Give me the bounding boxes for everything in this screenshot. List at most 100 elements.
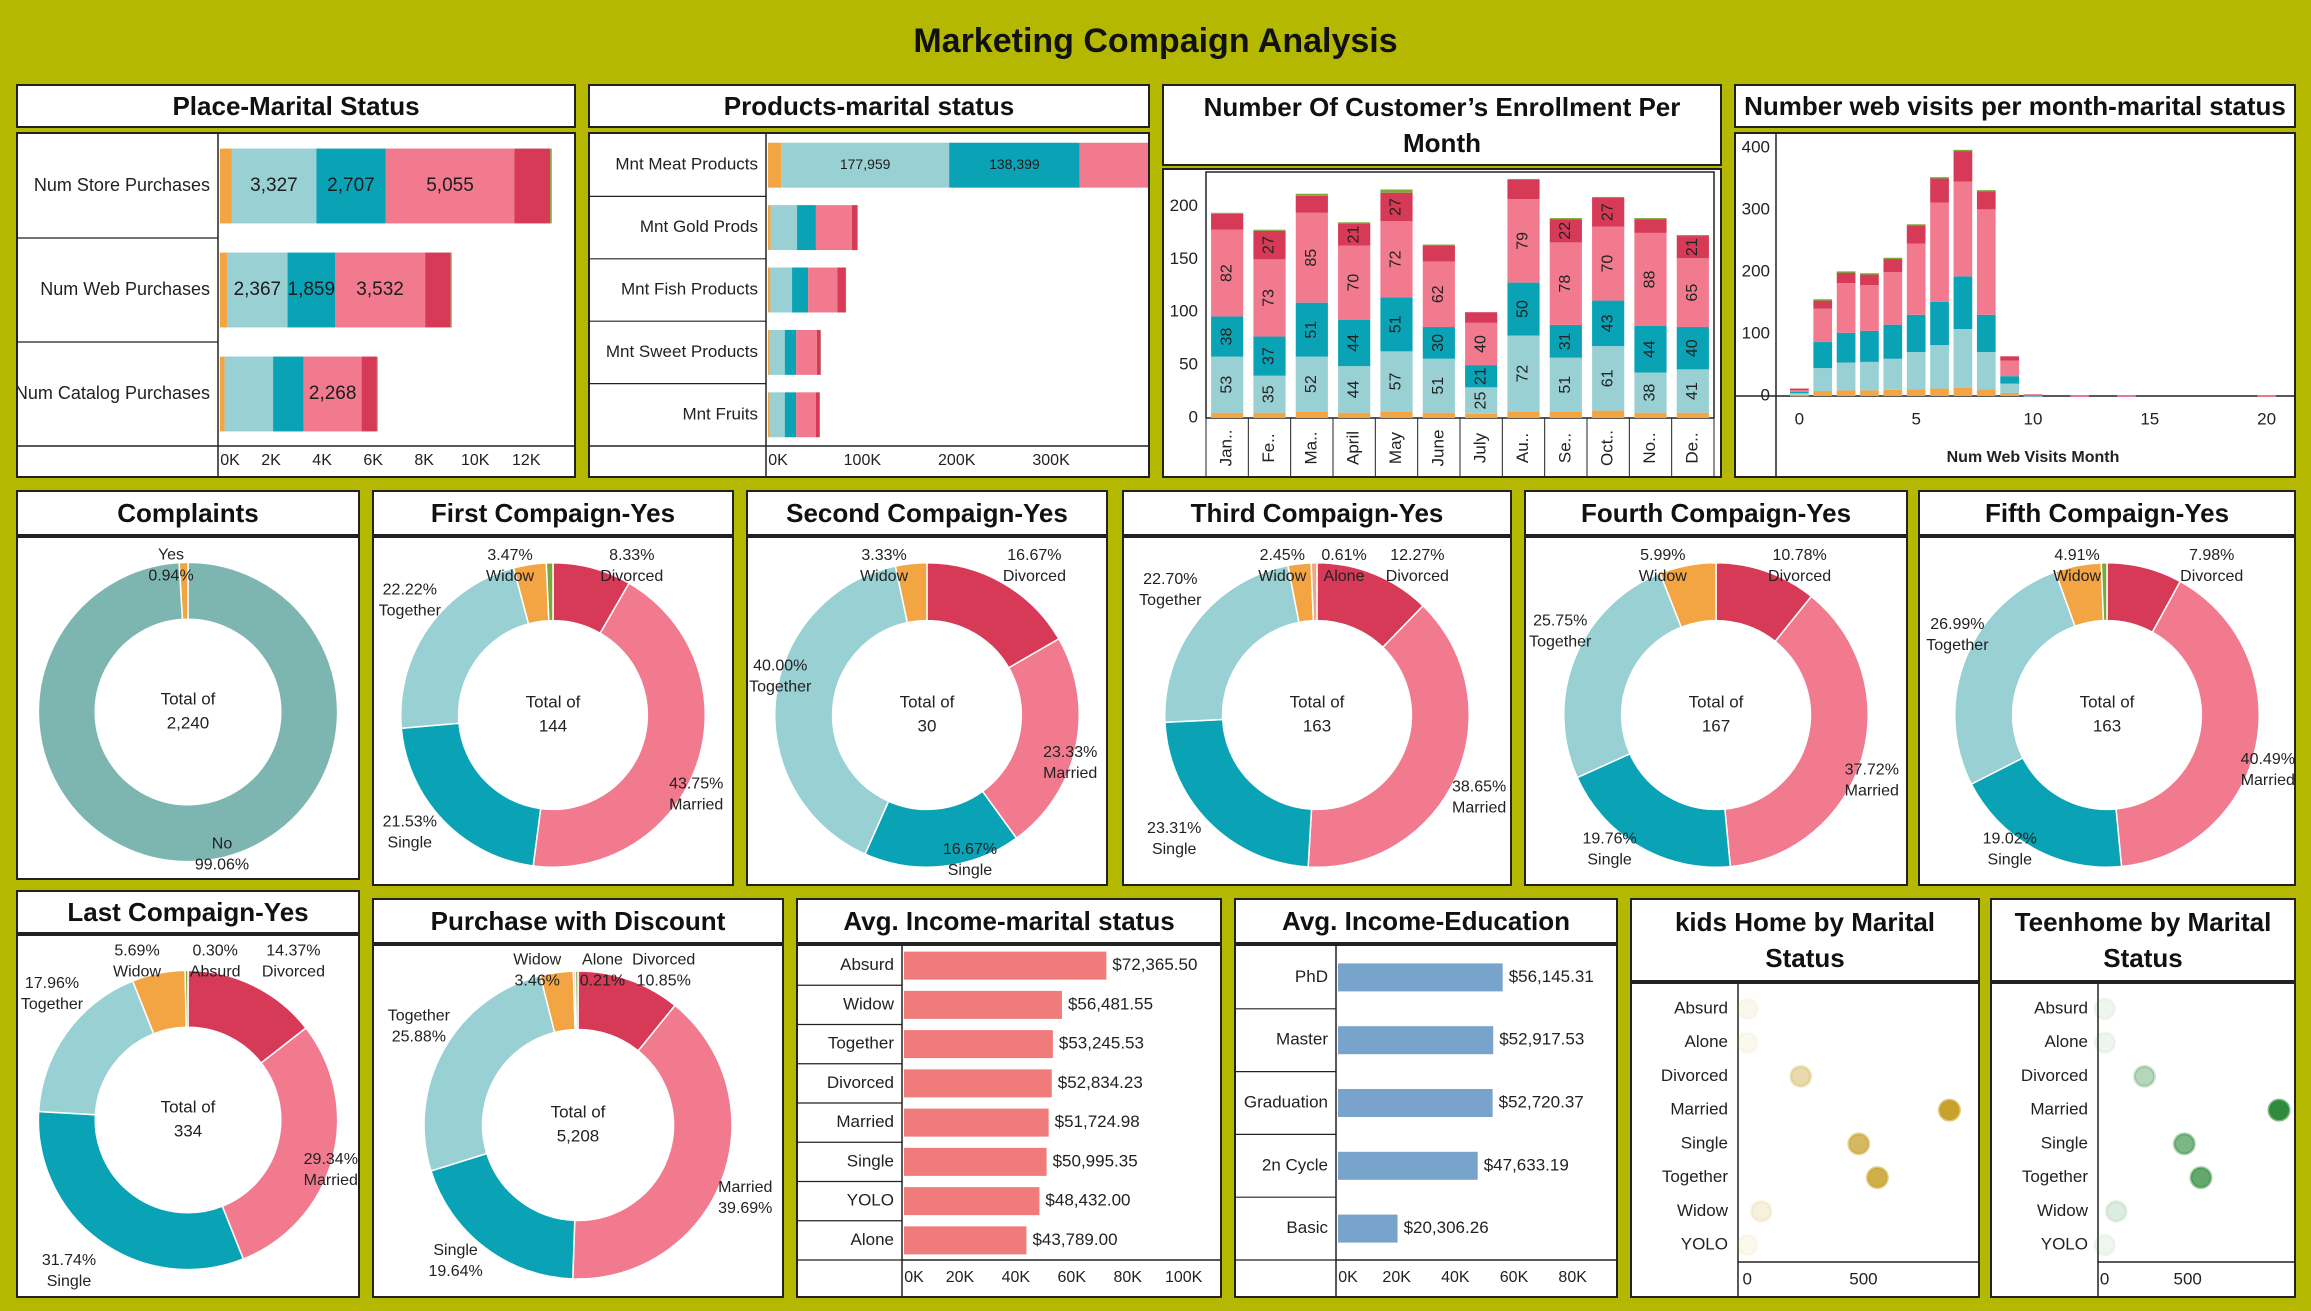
data-label: 61 — [1599, 369, 1616, 387]
bar-segment — [1930, 301, 1949, 346]
x-axis-title: Num Web Visits Month — [1947, 449, 2120, 466]
slice-label: 39.69% — [718, 1200, 772, 1217]
slice-label: 0.21% — [580, 973, 625, 990]
slice-label: Widow — [1639, 568, 1687, 585]
x-tick-label: May — [1386, 431, 1405, 464]
tick-label: 20K — [1382, 1269, 1411, 1286]
data-label: $52,917.53 — [1499, 1030, 1584, 1049]
data-label: 53 — [1218, 376, 1235, 394]
slice-label: Yes — [158, 546, 184, 563]
bar-segment — [1549, 411, 1582, 418]
x-tick-label: De.. — [1682, 432, 1701, 463]
bar-segment — [2000, 383, 2019, 393]
data-label: 30 — [1430, 334, 1447, 352]
bar-segment — [1836, 332, 1856, 363]
center-total: 30 — [918, 716, 937, 735]
slice-label: 0.61% — [1321, 547, 1366, 564]
bar-segment — [2000, 360, 2019, 377]
bar-segment — [1883, 358, 1903, 390]
tick-label: 20 — [2257, 409, 2276, 428]
data-point — [1735, 1233, 1759, 1257]
slice-label: Married — [669, 796, 723, 813]
cmp1-title: First Compaign-Yes — [372, 490, 734, 536]
bar-segment — [1507, 178, 1540, 180]
center-total: 334 — [174, 1121, 202, 1140]
tick-label: 500 — [1849, 1269, 1877, 1288]
bar-segment — [1253, 229, 1286, 231]
webvisits-chart: 0 100 200 300 400 0 5 10 15 20 Num Web Visits Mont… — [1734, 132, 2296, 478]
tick-label: 60K — [1058, 1269, 1087, 1286]
bar-segment — [1813, 299, 1833, 301]
data-point — [1865, 1166, 1889, 1190]
data-label: 3,327 — [250, 175, 298, 196]
bar-segment — [1836, 390, 1856, 396]
donut-slice — [221, 1026, 339, 1260]
bar-segment — [1790, 388, 1809, 391]
place-title: Place-Marital Status — [16, 84, 576, 128]
tick-label: 0K — [904, 1269, 924, 1286]
row-label: Num Store Purchases — [34, 175, 210, 195]
tick-label: 0K — [768, 452, 788, 469]
slice-label: 43.75% — [669, 775, 723, 792]
bar-segment — [1953, 387, 1973, 396]
bar-segment — [2000, 376, 2019, 384]
bar-segment — [1836, 272, 1856, 284]
slice-label: Widow — [486, 568, 534, 585]
slice-label: Alone — [1324, 568, 1365, 585]
slice-label: Divorced — [632, 952, 695, 969]
bar-segment — [1380, 411, 1413, 418]
data-label: 85 — [1303, 249, 1320, 267]
data-label: 72 — [1515, 365, 1532, 383]
data-label: $43,789.00 — [1032, 1230, 1117, 1249]
data-label: 57 — [1388, 373, 1405, 391]
row-label: Widow — [843, 994, 895, 1013]
row-label: Single — [1681, 1133, 1728, 1152]
data-point — [2172, 1132, 2196, 1156]
data-label: 82 — [1218, 264, 1235, 282]
slice-label: 23.31% — [1147, 820, 1201, 837]
slice-label: Single — [1988, 852, 2033, 869]
center-label: Total of — [900, 692, 955, 711]
row-label: Married — [1670, 1100, 1728, 1119]
bar-segment — [1634, 218, 1667, 220]
donut-slice — [430, 1152, 576, 1280]
data-label: 70 — [1345, 274, 1362, 292]
slice-label: Widow — [113, 963, 161, 980]
data-label: 62 — [1430, 285, 1447, 303]
slice-label: Together — [379, 602, 442, 619]
bar-segment — [220, 252, 228, 328]
bar-segment — [1813, 299, 1833, 309]
slice-label: 4.91% — [2054, 547, 2099, 564]
bar — [1338, 1151, 1478, 1180]
tick-label: 100K — [1165, 1269, 1203, 1286]
data-label: 88 — [1642, 270, 1659, 288]
slice-label: Together — [1926, 637, 1989, 654]
tick-label: 0 — [1743, 1269, 1752, 1288]
bar-segment — [1953, 149, 1973, 152]
bar — [1338, 1214, 1398, 1243]
data-label: 21 — [1345, 225, 1362, 243]
discount-title: Purchase with Discount — [372, 898, 784, 944]
data-label: 37 — [1261, 347, 1278, 365]
bar-segment — [768, 205, 771, 251]
data-point — [1736, 997, 1760, 1021]
bar-segment — [1338, 222, 1371, 224]
donut-slice — [184, 969, 189, 1029]
data-label: 38 — [1642, 384, 1659, 402]
slice-label: Together — [1529, 634, 1592, 651]
bar — [1338, 1026, 1494, 1055]
tick-label: 8K — [414, 452, 434, 469]
slice-label: Married — [1043, 765, 1097, 782]
bar-segment — [1634, 219, 1667, 233]
bar-segment — [2000, 392, 2019, 396]
products-title: Products-marital status — [588, 84, 1150, 128]
data-label: 70 — [1599, 255, 1616, 273]
bar — [904, 951, 1107, 980]
slice-label: 0.30% — [193, 942, 238, 959]
data-label: 41 — [1684, 382, 1701, 400]
data-label: 44 — [1642, 340, 1659, 358]
bar-segment — [220, 148, 232, 224]
data-point — [1937, 1098, 1961, 1122]
bar-segment — [1953, 181, 1973, 277]
slice-label: Together — [749, 679, 812, 696]
